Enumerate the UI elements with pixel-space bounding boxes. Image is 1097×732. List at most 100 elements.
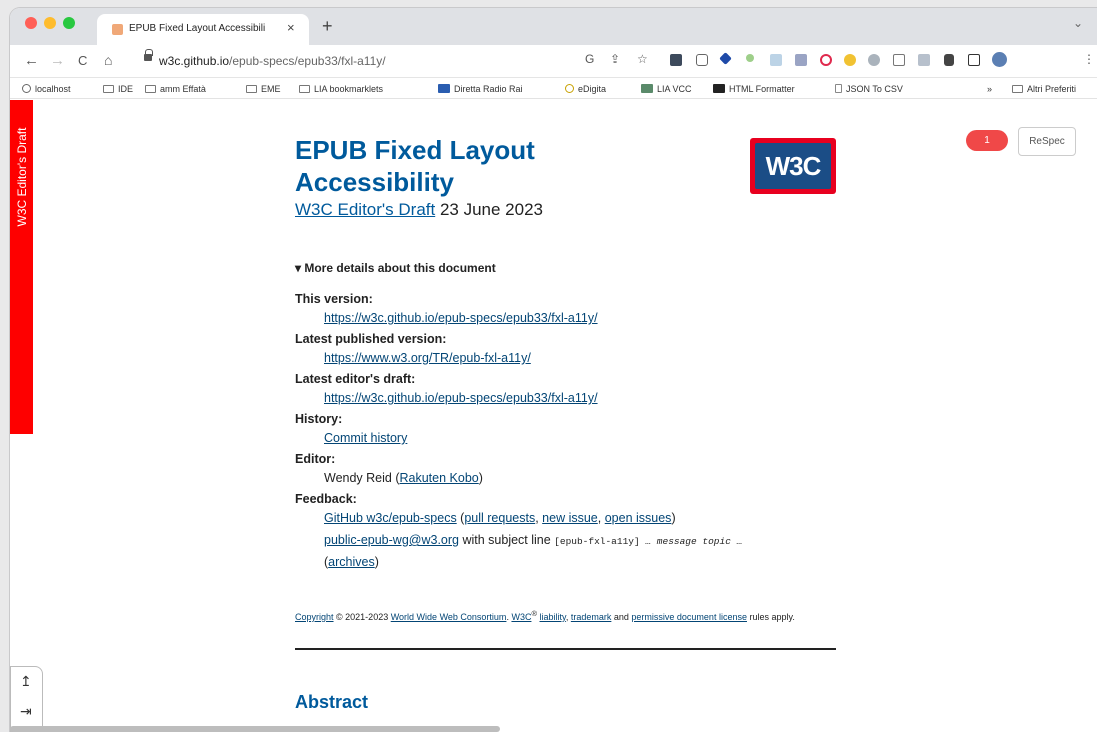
puzzle-icon[interactable] — [944, 54, 954, 66]
commit-history-link[interactable]: Commit history — [324, 431, 407, 445]
document-status: W3C Editor's Draft 23 June 2023 — [295, 200, 543, 220]
extension-icon[interactable] — [918, 54, 930, 66]
google-icon[interactable]: G — [585, 52, 594, 66]
lia-icon — [641, 84, 653, 93]
address-bar[interactable]: w3c.github.io/epub-specs/epub33/fxl-a11y… — [132, 49, 602, 73]
bookmark-html-formatter[interactable]: HTML Formatter — [713, 84, 795, 94]
new-tab-button[interactable]: + — [322, 16, 333, 37]
bookmark-edigita[interactable]: eDigita — [565, 84, 606, 94]
extension-icon[interactable] — [746, 54, 754, 62]
bookmark-lia-bookmarklets[interactable]: LIA bookmarklets — [299, 84, 383, 94]
paren: ) — [671, 511, 676, 525]
and-text: and — [611, 612, 632, 622]
bookmark-amm-effata[interactable]: amm Effatà — [145, 84, 206, 94]
w3c-link[interactable]: W3C — [511, 612, 531, 622]
bookmark-star-icon[interactable]: ☆ — [637, 52, 648, 66]
tab-close-icon[interactable]: × — [287, 20, 295, 35]
subject-code: [epub-fxl-a11y] — [554, 536, 640, 547]
consortium-link[interactable]: World Wide Web Consortium — [391, 612, 507, 622]
rai-icon — [438, 84, 450, 93]
liability-link[interactable]: liability — [540, 612, 566, 622]
copyright-notice: Copyright © 2021-2023 World Wide Web Con… — [295, 609, 795, 622]
copyright-link[interactable]: Copyright — [295, 612, 334, 622]
formatter-icon — [713, 84, 725, 93]
json-icon — [835, 84, 842, 93]
avatar[interactable] — [992, 52, 1007, 67]
side-panel-icon[interactable] — [968, 54, 980, 66]
browser-window: EPUB Fixed Layout Accessibili × + ⌄ ← → … — [10, 8, 1097, 732]
bookmark-lia-vcc[interactable]: LIA VCC — [641, 84, 692, 94]
mailing-list-link[interactable]: public-epub-wg@w3.org — [324, 533, 459, 547]
toc-toggle-icon[interactable]: ⇥ — [20, 703, 32, 720]
bookmark-localhost[interactable]: localhost — [22, 84, 71, 94]
feedback-label: Feedback: — [295, 492, 357, 506]
page-title: EPUB Fixed Layout Accessibility — [295, 135, 535, 197]
extension-icon[interactable] — [868, 54, 880, 66]
bookmark-eme[interactable]: EME — [246, 84, 281, 94]
github-link[interactable]: GitHub w3c/epub-specs — [324, 511, 457, 525]
extension-icon[interactable] — [670, 54, 682, 66]
copyright-years: © 2021-2023 — [333, 612, 391, 622]
registered-mark: ® — [531, 609, 537, 618]
edigita-icon — [565, 84, 574, 93]
status-link[interactable]: W3C Editor's Draft — [295, 200, 435, 219]
feedback-github: GitHub w3c/epub-specs (pull requests, ne… — [295, 508, 835, 530]
details-toggle[interactable]: ▾ More details about this document — [295, 261, 496, 275]
trademark-link[interactable]: trademark — [571, 612, 612, 622]
bookmark-ide[interactable]: IDE — [103, 84, 133, 94]
camera-icon[interactable] — [696, 54, 708, 66]
tab-search-icon[interactable]: ⌄ — [1073, 16, 1083, 30]
archives-link[interactable]: archives — [328, 555, 375, 569]
w3c-logo[interactable]: W3C — [750, 138, 836, 194]
reload-button[interactable]: C — [78, 53, 87, 68]
extension-icon[interactable] — [795, 54, 807, 66]
extension-icon[interactable] — [770, 54, 782, 66]
folder-icon — [145, 85, 156, 93]
bookmark-json-to-csv[interactable]: JSON To CSV — [835, 84, 903, 94]
this-version-link[interactable]: https://w3c.github.io/epub-specs/epub33/… — [324, 311, 598, 325]
respec-button[interactable]: ReSpec — [1018, 127, 1076, 156]
abstract-heading: Abstract — [295, 692, 369, 712]
globe-icon — [22, 84, 31, 93]
banner-text: W3C Editor's Draft — [15, 127, 29, 227]
feedback-archives: (archives) — [324, 555, 379, 569]
close-window-button[interactable] — [25, 17, 37, 29]
scroll-top-icon[interactable]: ↥ — [20, 673, 32, 690]
horizontal-scrollbar[interactable] — [10, 726, 500, 732]
minimize-window-button[interactable] — [44, 17, 56, 29]
w3c-logo-text: W3C — [755, 143, 831, 189]
editor-name: Wendy Reid ( — [324, 471, 400, 485]
maximize-window-button[interactable] — [63, 17, 75, 29]
divider — [295, 648, 836, 650]
forward-button[interactable]: → — [50, 52, 65, 69]
permissive-license-link[interactable]: permissive document license — [631, 612, 747, 622]
pocket-icon[interactable] — [820, 54, 832, 66]
editor-org-link[interactable]: Rakuten Kobo — [400, 471, 479, 485]
latest-published-link[interactable]: https://www.w3.org/TR/epub-fxl-a11y/ — [324, 351, 531, 365]
latest-editors-link[interactable]: https://w3c.github.io/epub-specs/epub33/… — [324, 391, 598, 405]
tab-strip: EPUB Fixed Layout Accessibili × + ⌄ — [10, 8, 1097, 45]
bookmark-other-folder[interactable]: Altri Preferiti — [1012, 84, 1076, 94]
folder-icon — [299, 85, 310, 93]
back-button[interactable]: ← — [24, 52, 39, 69]
respec-error-badge[interactable]: 1 — [966, 130, 1008, 151]
home-button[interactable]: ⌂ — [104, 52, 112, 68]
bookmark-diretta-radio-rai[interactable]: Diretta Radio Rai — [438, 84, 523, 94]
extension-icon[interactable] — [719, 52, 732, 65]
menu-icon[interactable]: ⋮ — [1083, 52, 1095, 66]
subject-text: with subject line — [458, 533, 555, 547]
rules-text: rules apply. — [746, 612, 795, 622]
tab-title: EPUB Fixed Layout Accessibili — [129, 23, 266, 34]
url-text: w3c.github.io/epub-specs/epub33/fxl-a11y… — [159, 54, 386, 68]
latest-editors-label: Latest editor's draft: — [295, 372, 416, 386]
bookmarks-bar: localhost IDE amm Effatà EME LIA bookmar… — [10, 79, 1097, 99]
extension-icon[interactable] — [893, 54, 905, 66]
share-icon[interactable]: ⇪ — [610, 52, 620, 66]
new-issue-link[interactable]: new issue — [542, 511, 598, 525]
favicon-icon — [112, 24, 123, 35]
active-tab[interactable]: EPUB Fixed Layout Accessibili × — [97, 14, 309, 45]
bookmarks-overflow[interactable]: » — [987, 84, 992, 94]
extension-icon[interactable] — [844, 54, 856, 66]
open-issues-link[interactable]: open issues — [605, 511, 672, 525]
pull-requests-link[interactable]: pull requests — [464, 511, 535, 525]
